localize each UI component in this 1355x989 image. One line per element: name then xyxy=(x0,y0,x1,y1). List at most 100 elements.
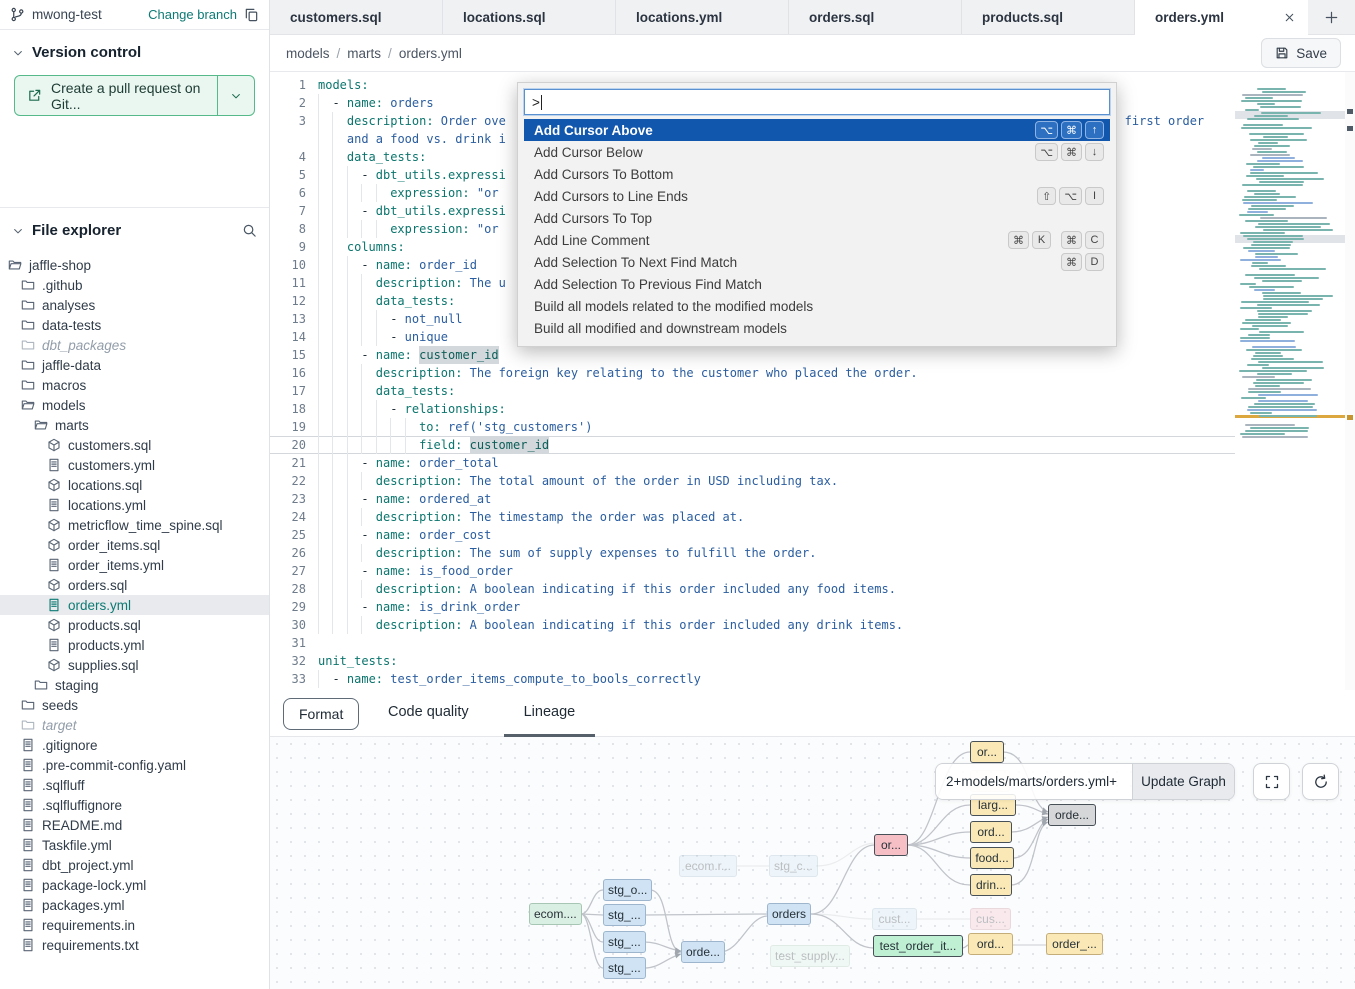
code-editor[interactable]: 1models:2- name: orders3description: Ord… xyxy=(270,72,1355,690)
tree-item[interactable]: jaffle-data xyxy=(0,355,269,375)
copy-icon[interactable] xyxy=(244,7,259,22)
version-control-header[interactable]: Version control xyxy=(0,30,269,69)
tree-item[interactable]: requirements.in xyxy=(0,915,269,935)
close-icon[interactable] xyxy=(1283,11,1296,24)
tree-item[interactable]: orders.sql xyxy=(0,575,269,595)
search-icon[interactable] xyxy=(242,223,257,238)
palette-item[interactable]: Add Selection To Previous Find Match xyxy=(524,273,1110,295)
fullscreen-button[interactable] xyxy=(1253,763,1290,800)
code-line[interactable]: 16description: The foreign key relating … xyxy=(270,364,1235,382)
tree-item[interactable]: models xyxy=(0,395,269,415)
tree-item[interactable]: dbt_packages xyxy=(0,335,269,355)
lineage-node[interactable]: stg_c... xyxy=(769,855,818,877)
lineage-node[interactable]: orders xyxy=(767,903,811,925)
tree-item[interactable]: products.sql xyxy=(0,615,269,635)
palette-item[interactable]: Add Cursor Below⌥⌘↓ xyxy=(524,141,1110,163)
lineage-node[interactable]: drin... xyxy=(970,874,1012,896)
code-line[interactable]: 17data_tests: xyxy=(270,382,1235,400)
tab-lineage[interactable]: Lineage xyxy=(504,690,596,737)
palette-item[interactable]: Build all modified and downstream models xyxy=(524,317,1110,339)
lineage-node[interactable]: orde... xyxy=(1048,804,1096,826)
editor-tab[interactable]: orders.sql xyxy=(789,0,962,34)
code-line[interactable]: 19to: ref('stg_customers') xyxy=(270,418,1235,436)
tree-item[interactable]: .github xyxy=(0,275,269,295)
save-button[interactable]: Save xyxy=(1261,38,1341,68)
lineage-node[interactable]: order_... xyxy=(1046,933,1103,955)
editor-tab[interactable]: locations.sql xyxy=(443,0,616,34)
code-line[interactable]: 22description: The total amount of the o… xyxy=(270,472,1235,490)
tree-item[interactable]: macros xyxy=(0,375,269,395)
tab-code-quality[interactable]: Code quality xyxy=(368,690,489,737)
tree-item[interactable]: dbt_project.yml xyxy=(0,855,269,875)
palette-item[interactable]: Add Cursors To Top xyxy=(524,207,1110,229)
create-pr-dropdown-button[interactable] xyxy=(217,76,254,115)
code-line[interactable]: 20field: customer_id xyxy=(270,436,1235,454)
editor-scrollbar[interactable] xyxy=(1345,72,1355,690)
editor-minimap[interactable] xyxy=(1235,85,1345,451)
tree-item[interactable]: order_items.yml xyxy=(0,555,269,575)
update-graph-button[interactable]: Update Graph xyxy=(1132,764,1234,799)
tree-item[interactable]: seeds xyxy=(0,695,269,715)
tree-item[interactable]: orders.yml xyxy=(0,595,269,615)
editor-tab[interactable]: products.sql xyxy=(962,0,1135,34)
command-palette-input[interactable]: > xyxy=(524,89,1110,115)
code-line[interactable]: 32unit_tests: xyxy=(270,652,1235,670)
lineage-node[interactable]: ecom.... xyxy=(529,903,582,925)
code-line[interactable]: 18- relationships: xyxy=(270,400,1235,418)
lineage-node[interactable]: ord... xyxy=(970,821,1012,843)
lineage-node[interactable]: test_supply... xyxy=(770,945,850,967)
tree-item[interactable]: README.md xyxy=(0,815,269,835)
lineage-node[interactable]: ord... xyxy=(968,933,1013,955)
tree-item[interactable]: .gitignore xyxy=(0,735,269,755)
tree-item[interactable]: target xyxy=(0,715,269,735)
tree-item[interactable]: products.yml xyxy=(0,635,269,655)
tree-item[interactable]: .pre-commit-config.yaml xyxy=(0,755,269,775)
tree-item[interactable]: jaffle-shop xyxy=(0,255,269,275)
lineage-node[interactable]: cus... xyxy=(970,908,1011,930)
code-line[interactable]: 30description: A boolean indicating if t… xyxy=(270,616,1235,634)
lineage-node[interactable]: stg_... xyxy=(603,957,646,979)
palette-item[interactable]: Build all models related to the modified… xyxy=(524,295,1110,317)
code-line[interactable]: 27- name: is_food_order xyxy=(270,562,1235,580)
editor-tab[interactable]: orders.yml xyxy=(1135,0,1308,35)
palette-item[interactable]: Add Cursors To Bottom xyxy=(524,163,1110,185)
tree-item[interactable]: package-lock.yml xyxy=(0,875,269,895)
lineage-node[interactable]: orde... xyxy=(681,941,725,963)
lineage-node[interactable]: or... xyxy=(874,834,908,856)
palette-item[interactable]: Add Selection To Next Find Match⌘D xyxy=(524,251,1110,273)
tree-item[interactable]: locations.sql xyxy=(0,475,269,495)
code-line[interactable]: 21- name: order_total xyxy=(270,454,1235,472)
new-tab-button[interactable] xyxy=(1308,0,1355,34)
code-line[interactable]: 31 xyxy=(270,634,1235,652)
lineage-node[interactable]: stg_o... xyxy=(603,879,652,901)
lineage-node[interactable]: food... xyxy=(970,847,1014,869)
palette-item[interactable]: Add Cursors to Line Ends⇧⌥I xyxy=(524,185,1110,207)
lineage-canvas[interactable]: or...larg...orde...ord...or...food...dri… xyxy=(270,737,1355,989)
tree-item[interactable]: supplies.sql xyxy=(0,655,269,675)
change-branch-link[interactable]: Change branch xyxy=(148,7,237,22)
file-explorer-header[interactable]: File explorer xyxy=(0,208,269,247)
tree-item[interactable]: .sqlfluffignore xyxy=(0,795,269,815)
lineage-node[interactable]: cust... xyxy=(872,908,917,930)
code-line[interactable]: 29- name: is_drink_order xyxy=(270,598,1235,616)
editor-tab[interactable]: customers.sql xyxy=(270,0,443,34)
editor-tab[interactable]: locations.yml xyxy=(616,0,789,34)
tree-item[interactable]: customers.yml xyxy=(0,455,269,475)
tree-item[interactable]: marts xyxy=(0,415,269,435)
tree-item[interactable]: staging xyxy=(0,675,269,695)
lineage-node[interactable]: ecom.r... xyxy=(679,855,737,877)
code-line[interactable]: 25- name: order_cost xyxy=(270,526,1235,544)
code-line[interactable]: 23- name: ordered_at xyxy=(270,490,1235,508)
palette-item[interactable]: Add Line Comment⌘K⌘C xyxy=(524,229,1110,251)
format-button[interactable]: Format xyxy=(283,698,359,730)
code-line[interactable]: 26description: The sum of supply expense… xyxy=(270,544,1235,562)
lineage-node[interactable]: stg_... xyxy=(603,931,646,953)
tree-item[interactable]: analyses xyxy=(0,295,269,315)
code-line[interactable]: 24description: The timestamp the order w… xyxy=(270,508,1235,526)
code-line[interactable]: 33- name: test_order_items_compute_to_bo… xyxy=(270,670,1235,688)
code-line[interactable]: 28description: A boolean indicating if t… xyxy=(270,580,1235,598)
tree-item[interactable]: data-tests xyxy=(0,315,269,335)
create-pr-button[interactable]: Create a pull request on Git... xyxy=(15,76,217,115)
code-line[interactable]: 15- name: customer_id xyxy=(270,346,1235,364)
tree-item[interactable]: packages.yml xyxy=(0,895,269,915)
